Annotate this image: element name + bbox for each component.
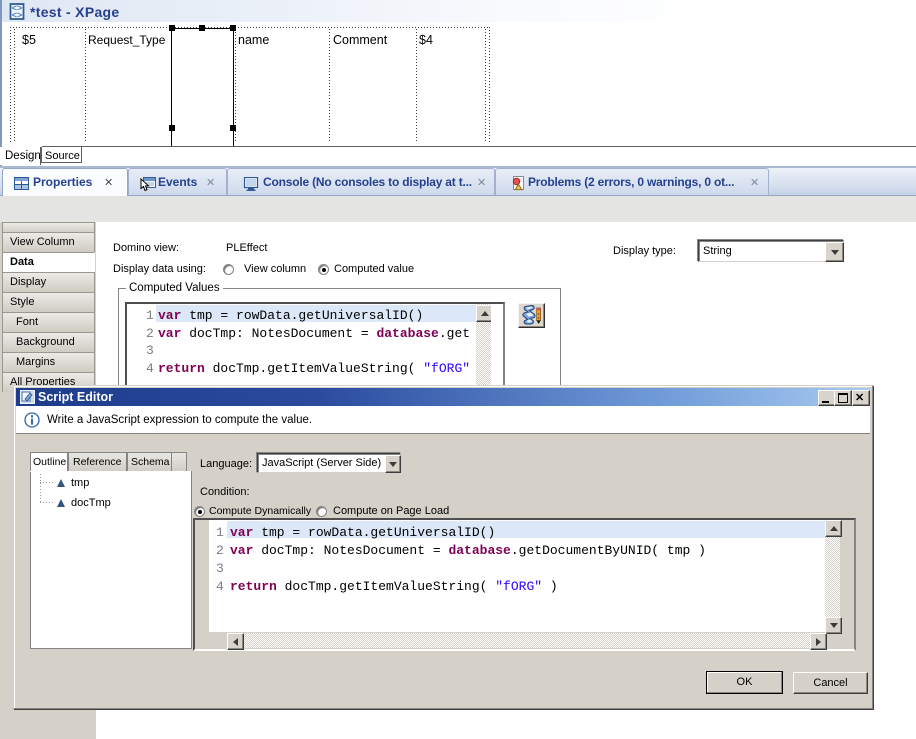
- svg-text:<>: <>: [12, 10, 23, 20]
